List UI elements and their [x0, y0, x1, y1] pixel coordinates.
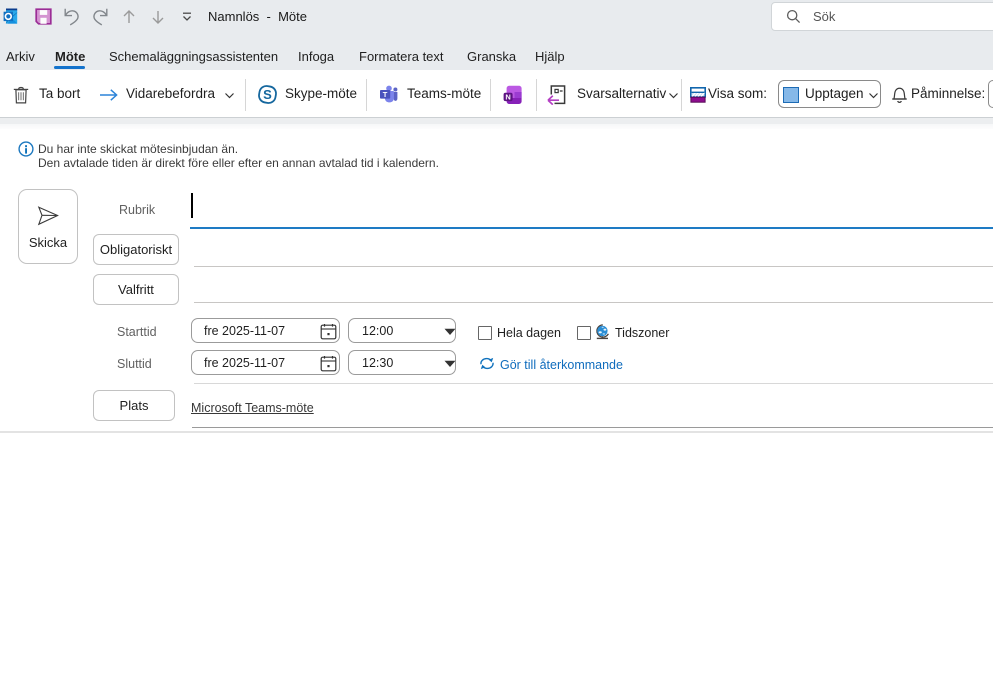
svg-text:N: N	[505, 93, 510, 102]
svg-text:T: T	[383, 90, 388, 99]
svg-text:S: S	[263, 87, 272, 102]
